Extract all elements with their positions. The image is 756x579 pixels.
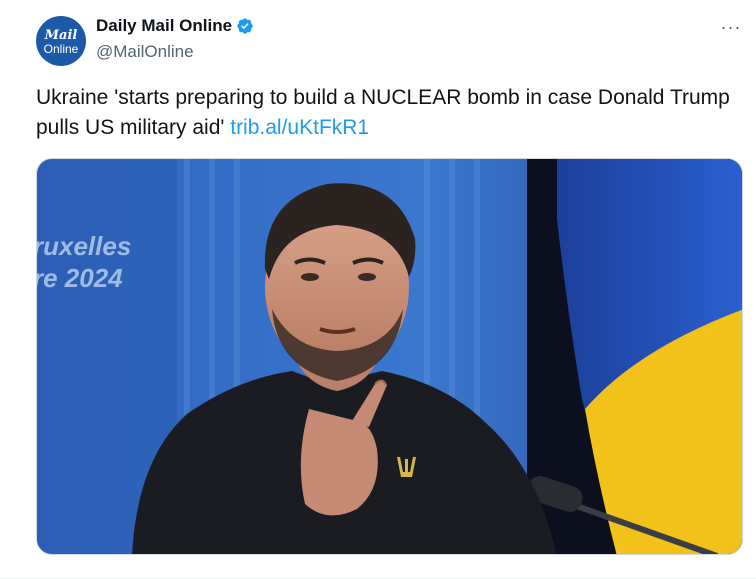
tweet-link[interactable]: trib.al/uKtFkR1: [230, 116, 369, 139]
avatar-logo-line2: Online: [43, 42, 79, 56]
more-dots-icon: ···: [720, 16, 742, 37]
verified-badge-icon[interactable]: [236, 17, 254, 35]
tweet-text: Ukraine 'starts preparing to build a NUC…: [36, 83, 736, 143]
handle[interactable]: @MailOnline: [96, 42, 194, 62]
tweet-body: Ukraine 'starts preparing to build a NUC…: [36, 86, 730, 139]
tweet-card[interactable]: Mail Online Daily Mail Online @MailOnlin…: [0, 0, 756, 579]
photo-illustration: ruxelles re 2024: [37, 159, 742, 554]
avatar[interactable]: Mail Online: [36, 16, 86, 66]
author-name-row: Daily Mail Online: [96, 16, 254, 36]
more-options-button[interactable]: ···: [716, 14, 746, 40]
backdrop-text-line1: ruxelles: [37, 231, 131, 261]
display-name[interactable]: Daily Mail Online: [96, 16, 232, 36]
backdrop-text-line2: re 2024: [37, 263, 123, 293]
avatar-logo-line1: Mail: [44, 28, 78, 43]
tweet-media-photo[interactable]: ruxelles re 2024: [36, 158, 743, 555]
